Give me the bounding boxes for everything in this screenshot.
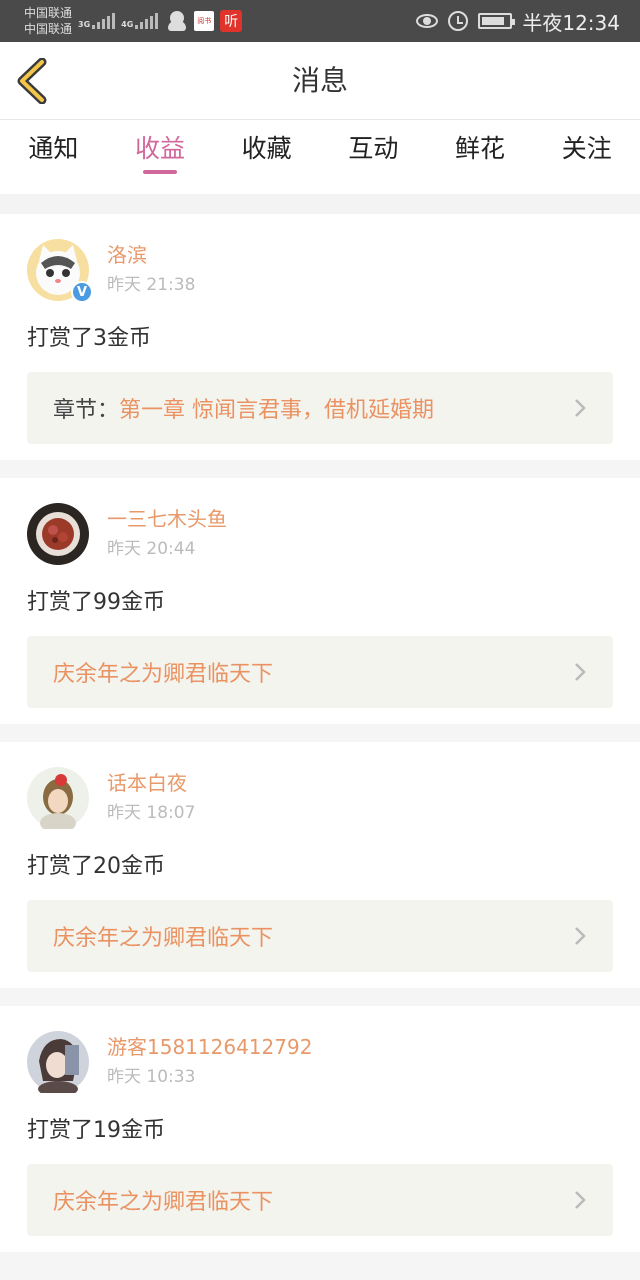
book-title: 庆余年之为卿君临天下 — [53, 662, 274, 687]
tab-favorites[interactable]: 收藏 — [213, 120, 320, 194]
username[interactable]: 一三七木头鱼 — [107, 506, 227, 532]
status-time: 半夜12:34 — [522, 10, 620, 35]
message-card: 一三七木头鱼 昨天 20:44 打赏了99金币 庆余年之为卿君临天下 — [0, 478, 640, 724]
listen-app-icon: 听 — [220, 10, 243, 32]
carrier-2: 中国联通 — [24, 22, 73, 36]
tab-follows[interactable]: 关注 — [533, 120, 640, 194]
message-card: 话本白夜 昨天 18:07 打赏了20金币 庆余年之为卿君临天下 — [0, 742, 640, 988]
alarm-icon — [448, 11, 469, 31]
avatar[interactable] — [27, 767, 89, 833]
divider — [0, 194, 640, 214]
avatar[interactable] — [27, 1031, 89, 1097]
reader-app-icon: 阅书 — [194, 11, 215, 31]
chevron-right-icon — [575, 399, 586, 417]
timestamp: 昨天 20:44 — [107, 539, 196, 559]
book-link[interactable]: 庆余年之为卿君临天下 — [27, 636, 613, 708]
header: 消息 — [0, 42, 640, 120]
carrier-info: 中国联通 中国联通 — [24, 5, 72, 37]
reward-text: 打赏了19金币 — [27, 1118, 165, 1143]
user-row: 游客1581126412792 昨天 10:33 — [27, 1030, 613, 1097]
battery-icon — [478, 13, 516, 29]
anime-avatar-image — [27, 1031, 89, 1097]
carrier-1: 中国联通 — [24, 6, 73, 20]
reward-text: 打赏了3金币 — [27, 326, 151, 351]
username[interactable]: 话本白夜 — [107, 770, 195, 796]
food-avatar-image — [27, 503, 89, 565]
message-card: 游客1581126412792 昨天 10:33 打赏了19金币 庆余年之为卿君… — [0, 1006, 640, 1252]
user-row: 话本白夜 昨天 18:07 — [27, 766, 613, 833]
chevron-right-icon — [575, 663, 586, 681]
chapter-link[interactable]: 章节： 第一章 惊闻言君事，借机延婚期 — [27, 372, 613, 444]
username[interactable]: 洛滨 — [107, 242, 195, 268]
reward-text: 打赏了99金币 — [27, 590, 165, 615]
tab-interactions[interactable]: 互动 — [320, 120, 427, 194]
tab-earnings[interactable]: 收益 — [107, 120, 214, 194]
timestamp: 昨天 21:38 — [107, 275, 196, 295]
signal-4g-icon: 4G — [121, 13, 159, 29]
tab-notifications[interactable]: 通知 — [0, 120, 107, 194]
tab-flowers[interactable]: 鲜花 — [427, 120, 534, 194]
verified-badge-icon: V — [71, 281, 93, 303]
user-row: 一三七木头鱼 昨天 20:44 — [27, 502, 613, 566]
chevron-right-icon — [575, 1191, 586, 1209]
signal-3g-icon: 3G — [78, 13, 116, 29]
page-title: 消息 — [291, 64, 348, 97]
eye-icon — [416, 14, 439, 28]
book-link[interactable]: 庆余年之为卿君临天下 — [27, 1164, 613, 1236]
message-card: V 洛滨 昨天 21:38 打赏了3金币 章节： 第一章 惊闻言君事，借机延婚期 — [0, 214, 640, 460]
username[interactable]: 游客1581126412792 — [107, 1034, 312, 1060]
timestamp: 昨天 18:07 — [107, 803, 196, 823]
book-title: 庆余年之为卿君临天下 — [53, 1190, 274, 1215]
status-bar: 中国联通 中国联通 3G 4G 阅书 听 半夜12:34 — [0, 0, 640, 42]
reward-text: 打赏了20金币 — [27, 854, 165, 879]
user-row: V 洛滨 昨天 21:38 — [27, 238, 613, 303]
girl-avatar-image — [27, 767, 89, 833]
qq-icon — [168, 11, 187, 31]
book-link[interactable]: 庆余年之为卿君临天下 — [27, 900, 613, 972]
avatar[interactable]: V — [27, 239, 93, 303]
book-title: 庆余年之为卿君临天下 — [53, 926, 274, 951]
timestamp: 昨天 10:33 — [107, 1067, 196, 1087]
chapter-prefix: 章节： — [53, 398, 120, 423]
chevron-right-icon — [575, 927, 586, 945]
chapter-title: 第一章 惊闻言君事，借机延婚期 — [119, 398, 435, 423]
avatar[interactable] — [27, 503, 89, 565]
tab-bar: 通知 收益 收藏 互动 鲜花 关注 — [0, 120, 640, 194]
